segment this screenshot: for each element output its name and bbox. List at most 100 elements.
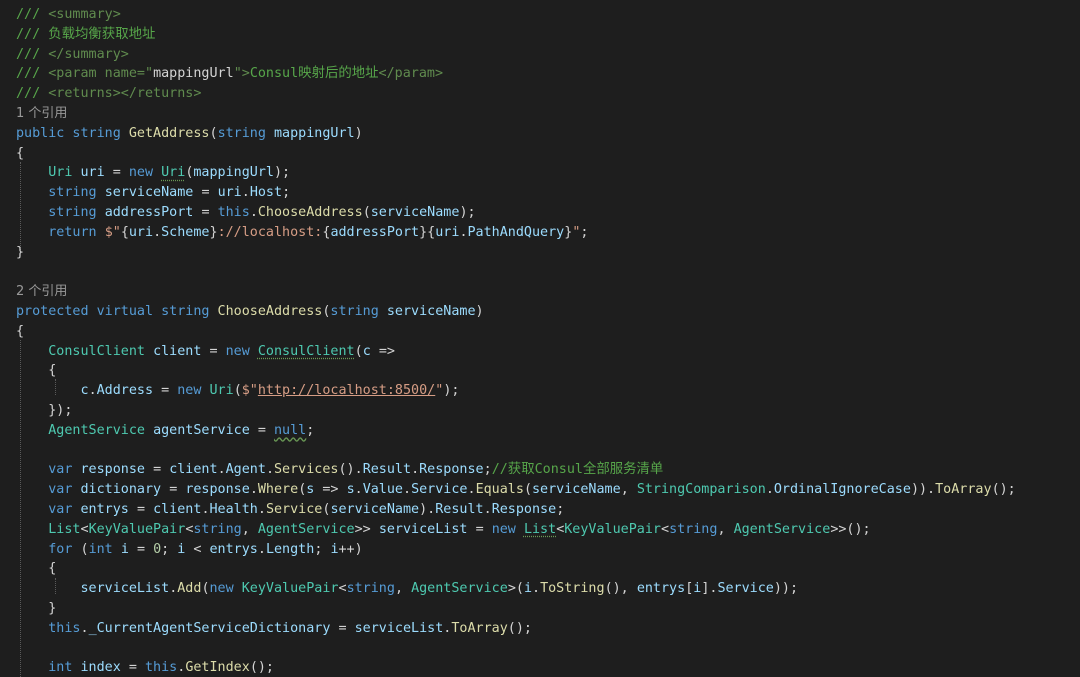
code-token: agentService bbox=[153, 422, 258, 438]
code-token: PathAndQuery bbox=[467, 224, 565, 240]
code-token: . bbox=[80, 620, 89, 636]
code-token: { bbox=[120, 224, 129, 240]
codelens-references[interactable]: 2 个引用 bbox=[0, 282, 1080, 302]
code-token: <returns></returns> bbox=[48, 86, 202, 102]
code-token: response bbox=[185, 482, 250, 498]
code-token: } bbox=[16, 601, 57, 616]
code-token: , bbox=[717, 521, 734, 537]
code-line: string addressPort = this.ChooseAddress(… bbox=[0, 203, 1080, 223]
code-line: } bbox=[0, 243, 1080, 263]
code-token: Service bbox=[717, 581, 774, 597]
code-token: i bbox=[120, 541, 137, 557]
code-token: OrdinalIgnoreCase bbox=[773, 482, 911, 498]
code-token: s bbox=[346, 482, 355, 498]
code-token: </summary> bbox=[48, 46, 129, 62]
code-line: string serviceName = uri.Host; bbox=[0, 183, 1080, 203]
code-token: ( bbox=[354, 343, 363, 359]
code-token: http://localhost:8500/ bbox=[257, 383, 436, 399]
code-token: this bbox=[145, 660, 178, 676]
code-token: . bbox=[403, 482, 412, 498]
code-token: ) bbox=[475, 304, 484, 319]
code-token: Address bbox=[96, 383, 162, 399]
code-token: var bbox=[48, 502, 81, 517]
code-token: , bbox=[620, 482, 637, 498]
code-token: = bbox=[112, 165, 129, 181]
code-token: = bbox=[153, 462, 170, 478]
code-token: string bbox=[193, 521, 242, 537]
code-line: /// <param name="mappingUrl">Consul映射后的地… bbox=[0, 64, 1080, 84]
code-token: = bbox=[475, 521, 492, 537]
code-line: c.Address = new Uri($"http://localhost:8… bbox=[0, 381, 1080, 401]
code-token: . bbox=[765, 482, 774, 498]
code-token: ( bbox=[233, 383, 242, 399]
code-token: this bbox=[217, 205, 250, 220]
code-token: . bbox=[249, 205, 258, 220]
code-token: index bbox=[80, 660, 129, 676]
code-token: string bbox=[346, 581, 395, 597]
code-token: /// bbox=[16, 7, 49, 22]
code-line: ConsulClient client = new ConsulClient(c… bbox=[0, 342, 1080, 362]
code-line: serviceList. Add(new KeyValuePair<string,… bbox=[0, 579, 1080, 599]
code-token: ChooseAddress bbox=[217, 304, 323, 319]
code-token: serviceList bbox=[354, 620, 444, 636]
code-token: entrys bbox=[636, 581, 686, 597]
code-token: 0 bbox=[153, 541, 162, 557]
code-token: } bbox=[209, 224, 218, 240]
code-token: $" bbox=[104, 224, 121, 240]
code-line: { bbox=[0, 144, 1080, 164]
code-line: /// 负载均衡获取地址 bbox=[0, 25, 1080, 45]
code-token: < bbox=[338, 581, 347, 597]
code-token: = bbox=[136, 541, 154, 557]
code-token: KeyValuePair bbox=[88, 521, 186, 537]
code-line: Uri uri = new Uri(mappingUrl); bbox=[0, 163, 1080, 183]
code-token: /// bbox=[16, 46, 49, 62]
code-token: ; bbox=[314, 541, 331, 557]
code-token: List bbox=[523, 521, 557, 537]
code-token: Consul映射后的地址 bbox=[249, 66, 379, 82]
code-token: string bbox=[217, 125, 274, 141]
code-token: => bbox=[322, 482, 347, 498]
code-token: ; bbox=[161, 541, 178, 557]
code-token: . bbox=[354, 482, 363, 498]
code-line: { bbox=[0, 361, 1080, 381]
code-token: serviceName bbox=[104, 185, 202, 201]
code-token: )); bbox=[773, 581, 799, 597]
code-editor[interactable]: /// <summary>/// 负载均衡获取地址/// </summary> /… bbox=[0, 0, 1080, 677]
code-token: string bbox=[48, 205, 105, 220]
code-token: . bbox=[532, 581, 541, 597]
code-token: = bbox=[169, 482, 186, 498]
code-token: Where bbox=[257, 482, 299, 498]
code-line: int index = this.GetIndex(); bbox=[0, 658, 1080, 677]
code-token: . bbox=[153, 224, 162, 240]
code-token: addressPort bbox=[330, 224, 420, 240]
code-token: addressPort bbox=[104, 205, 202, 220]
code-line: var response = client.Agent.Services().R… bbox=[0, 460, 1080, 480]
code-line: { bbox=[0, 559, 1080, 579]
code-token: i bbox=[330, 541, 339, 557]
code-token: GetAddress bbox=[128, 125, 210, 141]
code-token: }{ bbox=[419, 224, 436, 240]
code-token: < bbox=[661, 521, 670, 537]
code-token: serviceName bbox=[370, 205, 460, 220]
code-token: dictionary bbox=[80, 482, 170, 498]
code-token: = bbox=[161, 383, 178, 399]
code-token: <summary> bbox=[48, 7, 121, 22]
code-token: s bbox=[306, 482, 323, 498]
code-token: = bbox=[128, 660, 145, 676]
code-token: client bbox=[169, 462, 218, 478]
codelens-references[interactable]: 1 个引用 bbox=[0, 104, 1080, 124]
code-token: this bbox=[48, 620, 81, 636]
code-token: $" bbox=[241, 383, 258, 399]
code-token: ); bbox=[459, 205, 476, 220]
code-token: new bbox=[225, 343, 258, 359]
code-token: ++) bbox=[338, 541, 363, 557]
code-token: Response bbox=[419, 462, 484, 478]
code-token: ConsulClient bbox=[48, 343, 154, 359]
code-token: ; bbox=[556, 502, 565, 517]
code-token: { bbox=[16, 323, 25, 339]
code-token: AgentService bbox=[733, 521, 831, 537]
